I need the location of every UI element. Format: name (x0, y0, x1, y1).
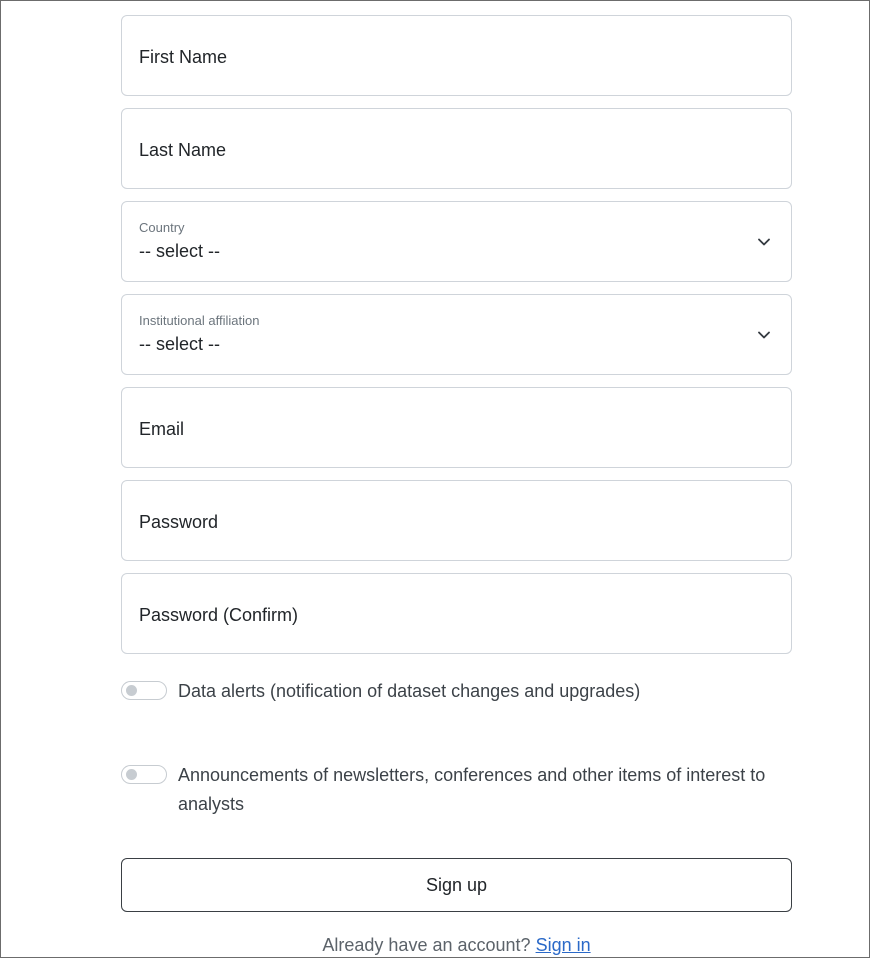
sign-in-link[interactable]: Sign in (536, 935, 591, 955)
first-name-placeholder: First Name (139, 47, 228, 67)
sign-up-button[interactable]: Sign up (121, 858, 792, 912)
toggle-knob (126, 685, 137, 696)
signin-prompt: Already have an account? Sign in (121, 930, 792, 960)
data-alerts-toggle[interactable] (121, 681, 167, 700)
password-placeholder: Password (139, 512, 219, 532)
password-confirm-placeholder: Password (Confirm) (139, 605, 299, 625)
last-name-field[interactable]: Last Name (121, 108, 792, 189)
password-confirm-field[interactable]: Password (Confirm) (121, 573, 792, 654)
chevron-down-icon (758, 331, 770, 339)
last-name-placeholder: Last Name (139, 140, 227, 160)
signup-form: First Name Last Name Country -- select -… (121, 15, 792, 666)
password-field[interactable]: Password (121, 480, 792, 561)
announcements-label[interactable]: Announcements of newsletters, conference… (178, 761, 792, 819)
first-name-field[interactable]: First Name (121, 15, 792, 96)
affiliation-label: Institutional affiliation (139, 313, 260, 328)
email-field[interactable]: Email (121, 387, 792, 468)
email-placeholder: Email (139, 419, 185, 439)
page-frame: First Name Last Name Country -- select -… (0, 0, 870, 958)
already-account-text: Already have an account? (322, 935, 531, 955)
country-select[interactable]: Country -- select -- (121, 201, 792, 282)
data-alerts-row: Data alerts (notification of dataset cha… (121, 677, 792, 706)
announcements-toggle[interactable] (121, 765, 167, 784)
affiliation-value: -- select -- (139, 334, 220, 354)
country-value: -- select -- (139, 241, 220, 261)
affiliation-select[interactable]: Institutional affiliation -- select -- (121, 294, 792, 375)
toggle-knob (126, 769, 137, 780)
chevron-down-icon (758, 238, 770, 246)
announcements-row: Announcements of newsletters, conference… (121, 761, 792, 819)
data-alerts-label[interactable]: Data alerts (notification of dataset cha… (178, 677, 640, 706)
country-label: Country (139, 220, 185, 235)
